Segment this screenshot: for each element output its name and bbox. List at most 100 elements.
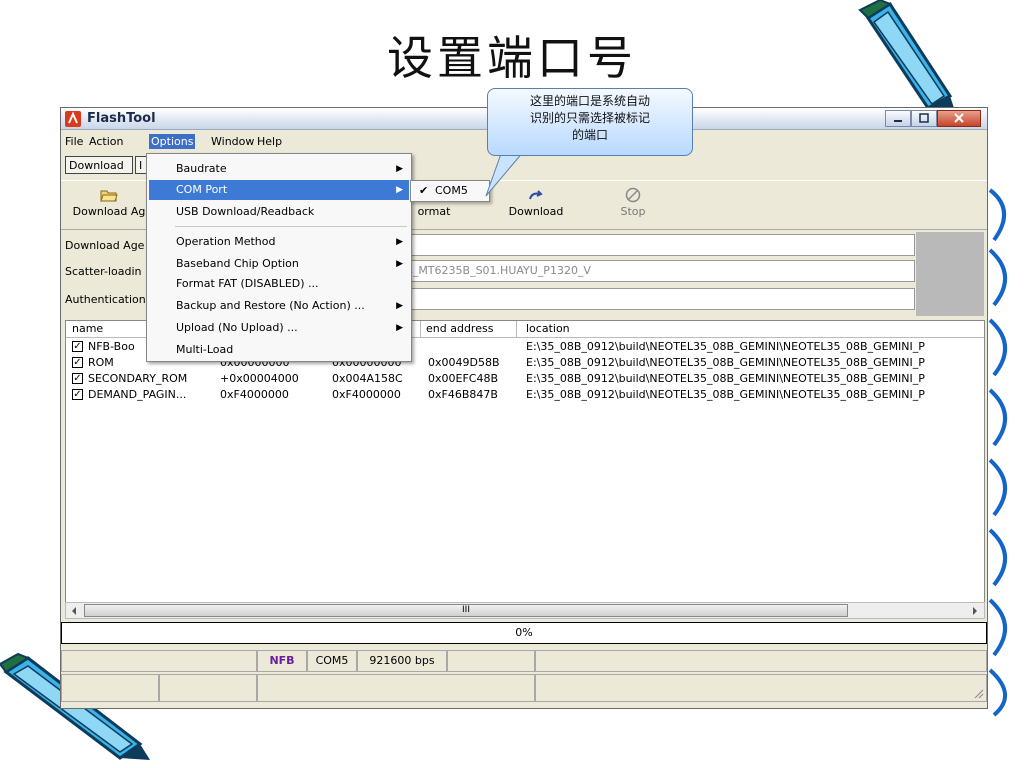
- menu-separator: [175, 226, 407, 227]
- maximize-button[interactable]: [911, 110, 937, 127]
- menu-item-upload[interactable]: Upload (No Upload) ... ▶: [149, 318, 409, 338]
- close-button[interactable]: [937, 110, 981, 127]
- minimize-icon: [894, 120, 902, 122]
- menu-item-backup-restore[interactable]: Backup and Restore (No Action) ... ▶: [149, 296, 409, 316]
- status-cell-empty: [535, 674, 987, 702]
- callout-pointer: [485, 150, 526, 197]
- resize-grip-icon[interactable]: [972, 687, 984, 699]
- row-checkbox[interactable]: ✓: [72, 373, 83, 384]
- row-name: ROM: [88, 356, 114, 369]
- window-title: FlashTool: [87, 111, 156, 126]
- pencil-decoration-icon: [858, 0, 954, 110]
- status-cell-empty: [257, 674, 535, 702]
- close-icon: [954, 113, 964, 123]
- row-location: E:\35_08B_0912\build\NEOTEL35_08B_GEMINI…: [526, 372, 925, 385]
- menu-item-label: Multi-Load: [176, 343, 234, 356]
- rom-list: name end address location ✓ NFB-Boo E:\3…: [65, 320, 985, 616]
- row-end-address: 0xF46B847B: [428, 388, 498, 401]
- row-name: DEMAND_PAGIN...: [88, 388, 187, 401]
- minimize-button[interactable]: [885, 110, 911, 127]
- row-name: SECONDARY_ROM: [88, 372, 188, 385]
- download-label: Download: [508, 205, 564, 218]
- row-checkbox[interactable]: ✓: [72, 357, 83, 368]
- row-end-address: 0x00EFC48B: [428, 372, 499, 385]
- checkmark-icon: ✔: [419, 184, 429, 197]
- menu-item-label: Operation Method: [176, 235, 276, 248]
- status-cell-empty: [159, 674, 257, 702]
- status-cell-empty: [535, 650, 987, 672]
- menu-item-baudrate[interactable]: Baudrate ▶: [149, 159, 409, 179]
- horizontal-scrollbar[interactable]: III: [65, 602, 985, 619]
- flashtool-app-icon: [65, 111, 81, 127]
- menu-item-multi-load[interactable]: Multi-Load: [149, 340, 409, 360]
- menu-item-operation-method[interactable]: Operation Method ▶: [149, 232, 409, 252]
- submenu-arrow-icon: ▶: [396, 185, 403, 195]
- row-checkbox[interactable]: ✓: [72, 389, 83, 400]
- submenu-arrow-icon: ▶: [396, 259, 403, 269]
- submenu-arrow-icon: ▶: [396, 164, 403, 174]
- menu-item-label: COM Port: [176, 183, 228, 196]
- submenu-arrow-icon: ▶: [396, 323, 403, 333]
- menu-action[interactable]: Action: [89, 135, 123, 148]
- scrollbar-thumb[interactable]: III: [84, 604, 848, 617]
- scroll-right-icon[interactable]: [970, 606, 980, 616]
- column-end-address[interactable]: end address: [426, 322, 493, 335]
- menu-item-usb-download[interactable]: USB Download/Readback: [149, 202, 409, 222]
- options-menu: Baudrate ▶ COM Port ▶ USB Download/Readb…: [146, 153, 412, 362]
- menu-item-label: Baudrate: [176, 162, 227, 175]
- row-name: NFB-Boo: [88, 340, 135, 353]
- menu-window[interactable]: Window: [211, 135, 254, 148]
- menu-item-label: Baseband Chip Option: [176, 257, 299, 270]
- table-row[interactable]: ✓ SECONDARY_ROM +0x00004000 0x004A158C 0…: [66, 371, 984, 387]
- download-agent-button[interactable]: Download Ag: [69, 187, 149, 218]
- stop-label: Stop: [620, 205, 646, 218]
- callout-note: 这里的端口是系统自动 识别的只需选择被标记 的端口: [487, 88, 693, 156]
- stop-icon: [625, 187, 641, 203]
- tab-download[interactable]: Download: [65, 156, 133, 174]
- menu-item-com-port[interactable]: COM Port ▶: [149, 180, 409, 200]
- row-location: E:\35_08B_0912\build\NEOTEL35_08B_GEMINI…: [526, 340, 925, 353]
- column-name[interactable]: name: [72, 322, 103, 335]
- submenu-item-com5[interactable]: COM5: [435, 181, 468, 201]
- status-cell-empty: [61, 674, 159, 702]
- menu-item-format-fat[interactable]: Format FAT (DISABLED) ...: [149, 274, 409, 294]
- maximize-icon: [919, 113, 929, 123]
- status-cell-empty: [447, 650, 535, 672]
- status-cell-empty: [61, 650, 257, 672]
- status-bar: NFB COM5 921600 bps: [61, 648, 987, 706]
- row-begin-address: 0xF4000000: [220, 388, 289, 401]
- menu-item-label: USB Download/Readback: [176, 205, 315, 218]
- row-start-address: 0x004A158C: [332, 372, 403, 385]
- column-location[interactable]: location: [526, 322, 570, 335]
- com-port-submenu: ✔ COM5: [410, 180, 490, 202]
- format-label: ormat: [417, 205, 451, 218]
- side-panel: [916, 232, 984, 316]
- row-location: E:\35_08B_0912\build\NEOTEL35_08B_GEMINI…: [526, 388, 925, 401]
- download-agent-label: Download Ag: [72, 205, 146, 218]
- menu-help[interactable]: Help: [257, 135, 282, 148]
- row-begin-address: +0x00004000: [220, 372, 299, 385]
- menu-file[interactable]: File: [65, 135, 83, 148]
- menu-item-label: Upload (No Upload) ...: [176, 321, 298, 334]
- table-row[interactable]: ✓ DEMAND_PAGIN... 0xF4000000 0xF4000000 …: [66, 387, 984, 403]
- progress-bar: 0%: [61, 622, 987, 644]
- stop-button[interactable]: Stop: [613, 187, 653, 218]
- folder-open-icon: [100, 190, 118, 202]
- authentication-label: Authentication: [65, 293, 146, 306]
- scatter-loading-label: Scatter-loadin: [65, 265, 142, 278]
- status-com-port: COM5: [307, 650, 357, 672]
- status-nfb: NFB: [257, 650, 307, 672]
- menu-item-baseband-chip[interactable]: Baseband Chip Option ▶: [149, 254, 409, 274]
- window-controls: [885, 110, 981, 127]
- scroll-left-icon[interactable]: [69, 606, 79, 616]
- spiral-binding-icon: [988, 188, 1008, 717]
- callout-line: 这里的端口是系统自动: [529, 94, 650, 108]
- submenu-arrow-icon: ▶: [396, 301, 403, 311]
- menu-options[interactable]: Options: [149, 134, 196, 149]
- status-baudrate: 921600 bps: [357, 650, 447, 672]
- row-end-address: 0x0049D58B: [428, 356, 500, 369]
- menu-item-label: Backup and Restore (No Action) ...: [176, 299, 365, 312]
- callout-line: 的端口: [571, 128, 608, 142]
- row-checkbox[interactable]: ✓: [72, 341, 83, 352]
- callout-line: 识别的只需选择被标记: [529, 111, 650, 125]
